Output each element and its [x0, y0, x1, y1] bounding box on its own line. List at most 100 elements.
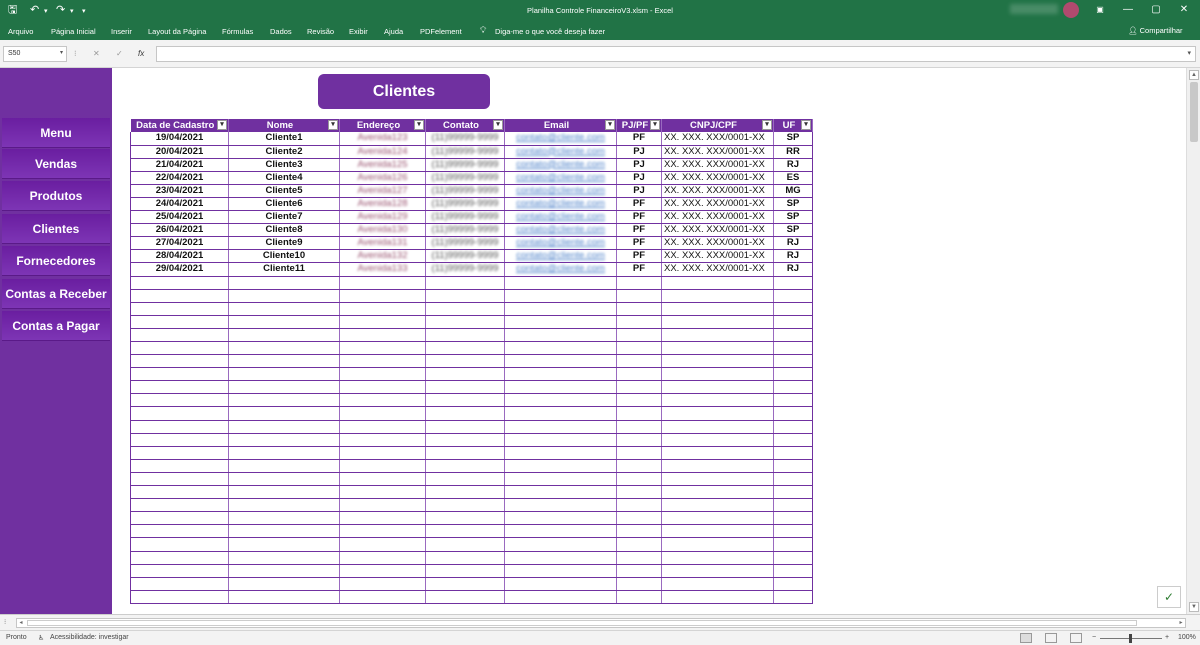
- empty-cell[interactable]: [661, 511, 774, 526]
- cell-document[interactable]: XX. XXX. XXX/0001-XX: [661, 223, 774, 238]
- empty-cell[interactable]: [661, 367, 774, 382]
- normal-view-icon[interactable]: [1020, 633, 1032, 643]
- empty-cell[interactable]: [339, 485, 426, 500]
- empty-cell[interactable]: [504, 459, 617, 473]
- cell-email[interactable]: contato@cliente.com: [504, 184, 617, 198]
- empty-cell[interactable]: [130, 472, 229, 487]
- empty-cell[interactable]: [773, 446, 813, 460]
- cell-email[interactable]: contato@cliente.com: [504, 236, 617, 251]
- share-button[interactable]: 👤︎ Compartilhar: [1128, 26, 1183, 35]
- page-layout-view-icon[interactable]: [1045, 633, 1057, 643]
- empty-cell[interactable]: [130, 420, 229, 434]
- empty-cell[interactable]: [773, 485, 813, 500]
- cell-email[interactable]: contato@cliente.com: [504, 158, 617, 172]
- enter-icon[interactable]: ✓: [116, 49, 123, 58]
- cell-state[interactable]: RJ: [773, 158, 813, 172]
- empty-cell[interactable]: [504, 354, 617, 369]
- empty-cell[interactable]: [130, 524, 229, 539]
- empty-cell[interactable]: [130, 380, 229, 395]
- empty-cell[interactable]: [616, 315, 662, 329]
- cell-name[interactable]: Cliente5: [228, 184, 340, 198]
- empty-cell[interactable]: [339, 289, 426, 303]
- empty-cell[interactable]: [425, 446, 505, 460]
- column-header-endereco[interactable]: Endereço ▾: [339, 119, 426, 132]
- empty-cell[interactable]: [425, 472, 505, 487]
- empty-cell[interactable]: [425, 498, 505, 513]
- cell-name[interactable]: Cliente7: [228, 210, 340, 225]
- cell-email[interactable]: contato@cliente.com: [504, 145, 617, 159]
- horizontal-scrollbar[interactable]: ◂ ▸: [16, 618, 1186, 628]
- cell-address[interactable]: Avenida132: [339, 249, 426, 264]
- filter-dropdown-icon[interactable]: ▾: [801, 120, 811, 130]
- minimize-button[interactable]: —: [1120, 4, 1136, 16]
- empty-cell[interactable]: [773, 511, 813, 526]
- cell-contact[interactable]: (11)99999-9999: [425, 249, 505, 264]
- empty-cell[interactable]: [661, 459, 774, 473]
- worksheet[interactable]: Menu Vendas Produtos Clientes Fornecedor…: [0, 68, 1186, 614]
- cell-address[interactable]: Avenida128: [339, 197, 426, 212]
- cell-document[interactable]: XX. XXX. XXX/0001-XX: [661, 262, 774, 277]
- empty-cell[interactable]: [504, 537, 617, 552]
- cell-type[interactable]: PJ: [616, 184, 662, 198]
- confirm-check-button[interactable]: ✓: [1157, 586, 1181, 608]
- empty-cell[interactable]: [425, 590, 505, 604]
- empty-cell[interactable]: [339, 564, 426, 578]
- empty-cell[interactable]: [504, 472, 617, 487]
- empty-cell[interactable]: [339, 354, 426, 369]
- scroll-up-icon[interactable]: ▲: [1189, 70, 1199, 80]
- empty-cell[interactable]: [339, 511, 426, 526]
- empty-cell[interactable]: [228, 393, 340, 408]
- cell-type[interactable]: PF: [616, 236, 662, 251]
- empty-cell[interactable]: [228, 498, 340, 513]
- empty-cell[interactable]: [228, 590, 340, 604]
- cell-date[interactable]: 27/04/2021: [130, 236, 229, 251]
- cell-date[interactable]: 23/04/2021: [130, 184, 229, 198]
- cell-address[interactable]: Avenida133: [339, 262, 426, 277]
- empty-cell[interactable]: [130, 511, 229, 526]
- empty-cell[interactable]: [425, 315, 505, 329]
- zoom-slider-thumb[interactable]: [1129, 634, 1132, 643]
- cell-address[interactable]: Avenida123: [339, 132, 426, 146]
- empty-cell[interactable]: [504, 289, 617, 303]
- cell-name[interactable]: Cliente9: [228, 236, 340, 251]
- cell-email[interactable]: contato@cliente.com: [504, 249, 617, 264]
- sidebar-item-vendas[interactable]: Vendas: [2, 149, 110, 179]
- empty-cell[interactable]: [616, 406, 662, 421]
- empty-cell[interactable]: [661, 564, 774, 578]
- empty-cell[interactable]: [661, 276, 774, 290]
- cell-name[interactable]: Cliente6: [228, 197, 340, 212]
- cell-state[interactable]: MG: [773, 184, 813, 198]
- empty-cell[interactable]: [425, 485, 505, 500]
- empty-cell[interactable]: [425, 459, 505, 473]
- empty-cell[interactable]: [339, 433, 426, 447]
- cell-email[interactable]: contato@cliente.com: [504, 197, 617, 212]
- empty-cell[interactable]: [504, 420, 617, 434]
- empty-cell[interactable]: [425, 524, 505, 539]
- cell-type[interactable]: PF: [616, 262, 662, 277]
- empty-cell[interactable]: [661, 420, 774, 434]
- empty-cell[interactable]: [504, 511, 617, 526]
- empty-cell[interactable]: [773, 328, 813, 343]
- cell-name[interactable]: Cliente3: [228, 158, 340, 172]
- empty-cell[interactable]: [228, 472, 340, 487]
- empty-cell[interactable]: [504, 590, 617, 604]
- cell-contact[interactable]: (11)99999-9999: [425, 132, 505, 146]
- empty-cell[interactable]: [773, 564, 813, 578]
- expand-formula-icon[interactable]: ▾: [1187, 49, 1191, 57]
- tab-inserir[interactable]: Inserir: [111, 27, 132, 36]
- cell-name[interactable]: Cliente10: [228, 249, 340, 264]
- empty-cell[interactable]: [616, 433, 662, 447]
- empty-cell[interactable]: [773, 289, 813, 303]
- empty-cell[interactable]: [773, 459, 813, 473]
- cell-name[interactable]: Cliente11: [228, 262, 340, 277]
- empty-cell[interactable]: [339, 446, 426, 460]
- cell-email[interactable]: contato@cliente.com: [504, 223, 617, 238]
- empty-cell[interactable]: [616, 276, 662, 290]
- empty-cell[interactable]: [425, 537, 505, 552]
- filter-dropdown-icon[interactable]: ▾: [762, 120, 772, 130]
- empty-cell[interactable]: [616, 537, 662, 552]
- empty-cell[interactable]: [130, 367, 229, 382]
- empty-cell[interactable]: [504, 564, 617, 578]
- empty-cell[interactable]: [339, 302, 426, 316]
- empty-cell[interactable]: [504, 577, 617, 591]
